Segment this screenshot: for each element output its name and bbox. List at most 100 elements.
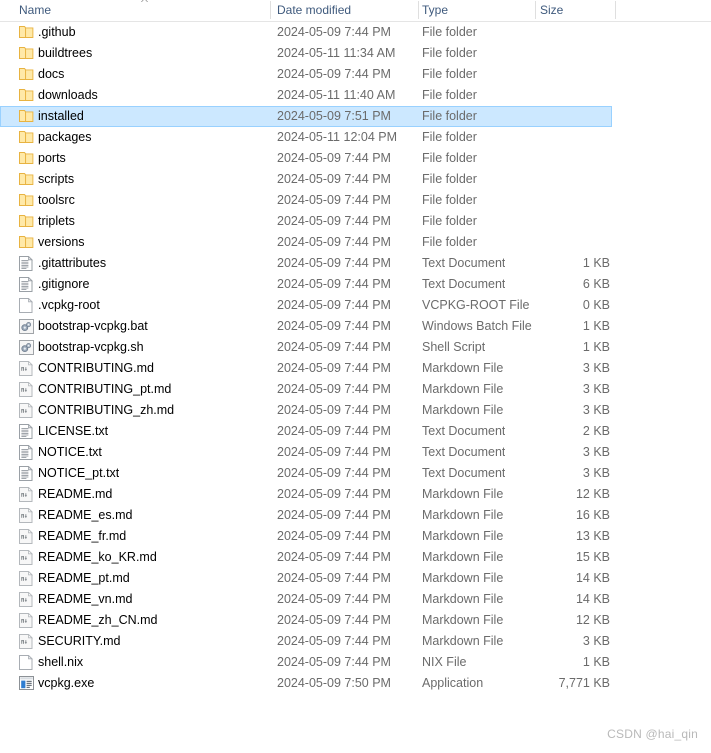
file-row[interactable]: bootstrap-vcpkg.bat 2024-05-09 7:44 PM Win… xyxy=(0,316,711,337)
folder-icon xyxy=(19,46,35,61)
file-row[interactable]: NOTICE.txt 2024-05-09 7:44 PM Text Documen… xyxy=(0,442,711,463)
file-date-modified: 2024-05-09 7:44 PM xyxy=(277,256,391,270)
file-row[interactable]: SECURITY.md 2024-05-09 7:44 PM Markdown Fi… xyxy=(0,631,711,652)
markdown-icon xyxy=(19,571,35,586)
file-name: .gitignore xyxy=(38,277,90,291)
file-name: README_pt.md xyxy=(38,571,130,585)
file-date-modified: 2024-05-09 7:44 PM xyxy=(277,403,391,417)
markdown-icon xyxy=(19,403,35,418)
file-row[interactable]: buildtrees 2024-05-11 11:34 AM File folder xyxy=(0,43,711,64)
markdown-icon xyxy=(19,529,35,544)
file-row[interactable]: CONTRIBUTING_pt.md 2024-05-09 7:44 PM Mark… xyxy=(0,379,711,400)
file-row[interactable]: packages 2024-05-11 12:04 PM File folder xyxy=(0,127,711,148)
file-row[interactable]: .vcpkg-root 2024-05-09 7:44 PM VCPKG-ROOT … xyxy=(0,295,711,316)
file-row[interactable]: .gitignore 2024-05-09 7:44 PM Text Documen… xyxy=(0,274,711,295)
file-name: vcpkg.exe xyxy=(38,676,95,690)
file-row[interactable]: README_vn.md 2024-05-09 7:44 PM Markdown F… xyxy=(0,589,711,610)
markdown-icon xyxy=(19,550,35,565)
folder-icon xyxy=(19,214,35,229)
file-row[interactable]: triplets 2024-05-09 7:44 PM File folder xyxy=(0,211,711,232)
file-type: File folder xyxy=(422,172,477,186)
column-divider-name-date[interactable] xyxy=(270,1,271,19)
file-name: packages xyxy=(38,130,92,144)
file-size: 3 KB xyxy=(582,382,610,396)
text-document-icon xyxy=(19,277,35,292)
file-type: File folder xyxy=(422,130,477,144)
sort-ascending-icon xyxy=(140,0,149,3)
folder-icon xyxy=(19,193,35,208)
file-date-modified: 2024-05-09 7:44 PM xyxy=(277,235,391,249)
file-date-modified: 2024-05-09 7:44 PM xyxy=(277,655,391,669)
file-name: README_ko_KR.md xyxy=(38,550,157,564)
file-size: 15 KB xyxy=(575,550,610,564)
column-header-date-modified[interactable]: Date modified xyxy=(277,0,351,21)
file-row[interactable]: vcpkg.exe 2024-05-09 7:50 PM Application 7,… xyxy=(0,673,711,694)
file-row[interactable]: README_pt.md 2024-05-09 7:44 PM Markdown F… xyxy=(0,568,711,589)
file-name: .github xyxy=(38,25,76,39)
column-divider-type-size[interactable] xyxy=(535,1,536,19)
file-size xyxy=(470,85,610,106)
file-type: File folder xyxy=(422,235,477,249)
markdown-icon xyxy=(19,508,35,523)
folder-icon xyxy=(19,151,35,166)
file-row[interactable]: README.md 2024-05-09 7:44 PM Markdown File… xyxy=(0,484,711,505)
column-header-name[interactable]: Name xyxy=(19,0,51,21)
file-size xyxy=(470,22,610,43)
file-row[interactable]: CONTRIBUTING_zh.md 2024-05-09 7:44 PM Mark… xyxy=(0,400,711,421)
file-date-modified: 2024-05-09 7:51 PM xyxy=(277,109,391,123)
file-date-modified: 2024-05-11 11:34 AM xyxy=(277,46,396,60)
file-date-modified: 2024-05-09 7:44 PM xyxy=(277,592,391,606)
file-name: SECURITY.md xyxy=(38,634,121,648)
column-header-type[interactable]: Type xyxy=(422,0,448,21)
file-date-modified: 2024-05-09 7:44 PM xyxy=(277,214,391,228)
file-size xyxy=(470,169,610,190)
file-size: 0 KB xyxy=(582,298,610,312)
file-row[interactable]: README_zh_CN.md 2024-05-09 7:44 PM Markdow… xyxy=(0,610,711,631)
file-size: 16 KB xyxy=(575,508,610,522)
file-size xyxy=(470,127,610,148)
file-size: 14 KB xyxy=(575,571,610,585)
file-type: File folder xyxy=(422,214,477,228)
file-size: 13 KB xyxy=(575,529,610,543)
file-date-modified: 2024-05-09 7:44 PM xyxy=(277,340,391,354)
folder-icon xyxy=(19,235,35,250)
file-size: 3 KB xyxy=(582,634,610,648)
text-document-icon xyxy=(19,466,35,481)
file-row[interactable]: installed 2024-05-09 7:51 PM File folder xyxy=(0,106,612,127)
column-divider-date-type[interactable] xyxy=(418,1,419,19)
file-row[interactable]: docs 2024-05-09 7:44 PM File folder xyxy=(0,64,711,85)
file-row[interactable]: CONTRIBUTING.md 2024-05-09 7:44 PM Markdow… xyxy=(0,358,711,379)
script-gear-icon xyxy=(19,340,35,355)
file-row[interactable]: README_fr.md 2024-05-09 7:44 PM Markdown F… xyxy=(0,526,711,547)
file-row[interactable]: LICENSE.txt 2024-05-09 7:44 PM Text Docume… xyxy=(0,421,711,442)
file-row[interactable]: README_es.md 2024-05-09 7:44 PM Markdown F… xyxy=(0,505,711,526)
file-row[interactable]: versions 2024-05-09 7:44 PM File folder xyxy=(0,232,711,253)
file-row[interactable]: shell.nix 2024-05-09 7:44 PM NIX File 1 KB xyxy=(0,652,711,673)
folder-icon xyxy=(19,67,35,82)
file-row[interactable]: scripts 2024-05-09 7:44 PM File folder xyxy=(0,169,711,190)
file-row[interactable]: ports 2024-05-09 7:44 PM File folder xyxy=(0,148,711,169)
file-row[interactable]: NOTICE_pt.txt 2024-05-09 7:44 PM Text Docu… xyxy=(0,463,711,484)
file-name: README_vn.md xyxy=(38,592,133,606)
file-size: 1 KB xyxy=(582,655,610,669)
column-header-size[interactable]: Size xyxy=(540,0,563,21)
file-name: triplets xyxy=(38,214,75,228)
file-name: README.md xyxy=(38,487,113,501)
file-row[interactable]: README_ko_KR.md 2024-05-09 7:44 PM Markdow… xyxy=(0,547,711,568)
file-size: 2 KB xyxy=(582,424,610,438)
file-date-modified: 2024-05-09 7:44 PM xyxy=(277,277,391,291)
file-row[interactable]: .gitattributes 2024-05-09 7:44 PM Text Doc… xyxy=(0,253,711,274)
file-row[interactable]: toolsrc 2024-05-09 7:44 PM File folder xyxy=(0,190,711,211)
column-divider-size-end[interactable] xyxy=(615,1,616,19)
file-size xyxy=(470,148,610,169)
text-document-icon xyxy=(19,256,35,271)
file-row[interactable]: downloads 2024-05-11 11:40 AM File folder xyxy=(0,85,711,106)
text-document-icon xyxy=(19,445,35,460)
file-row[interactable]: bootstrap-vcpkg.sh 2024-05-09 7:44 PM Shel… xyxy=(0,337,711,358)
folder-icon xyxy=(19,88,35,103)
folder-icon xyxy=(19,25,35,40)
file-date-modified: 2024-05-11 11:40 AM xyxy=(277,88,396,102)
markdown-icon xyxy=(19,361,35,376)
file-date-modified: 2024-05-09 7:44 PM xyxy=(277,298,391,312)
file-row[interactable]: .github 2024-05-09 7:44 PM File folder xyxy=(0,22,711,43)
